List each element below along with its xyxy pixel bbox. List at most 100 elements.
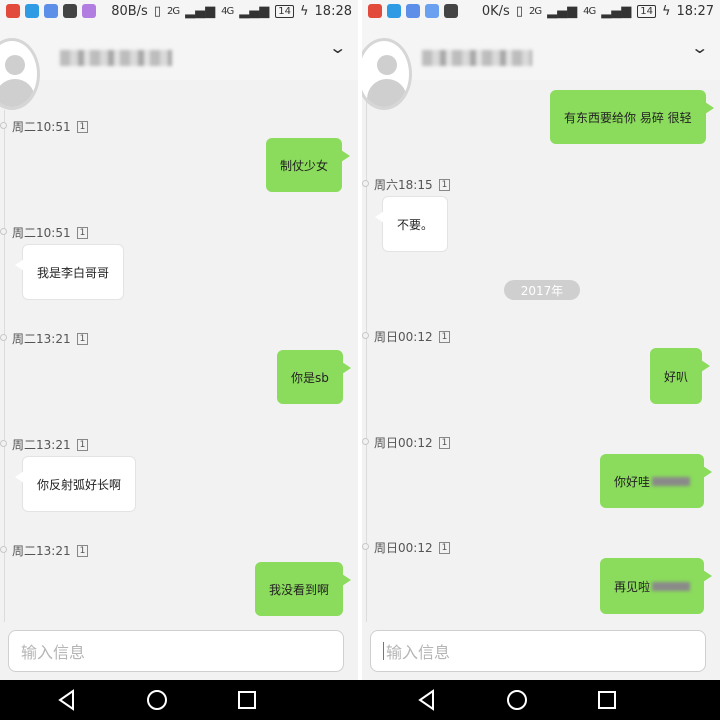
message-timestamp: 周二13:21 1 xyxy=(0,542,89,559)
wifi-app-icon xyxy=(44,4,58,18)
charging-icon: ϟ xyxy=(661,4,671,19)
input-area: 输入信息 xyxy=(362,622,720,680)
chat-header xyxy=(0,24,358,80)
input-placeholder: 输入信息 xyxy=(386,643,451,662)
message-text: 你反射弧好长啊 xyxy=(37,477,122,492)
sim-card-icon: 1 xyxy=(76,332,89,345)
message-text: 你好哇 xyxy=(614,474,651,489)
message-bubble-outgoing[interactable]: 制仗少女 xyxy=(266,138,351,192)
timestamp-text: 周六18:15 xyxy=(374,178,433,192)
home-icon[interactable] xyxy=(505,688,529,712)
timeline-dot xyxy=(362,543,369,550)
message-text: 制仗少女 xyxy=(280,158,329,173)
gallery-icon xyxy=(82,4,96,18)
message-bubble-outgoing[interactable]: 有东西要给你 易碎 很轻 xyxy=(550,90,714,144)
signal-bars-icon: ▂▄▆ xyxy=(239,4,270,19)
clock: 18:28 xyxy=(314,4,352,19)
timeline-dot xyxy=(0,546,7,553)
chevron-down-icon[interactable]: ⌄ xyxy=(690,38,709,57)
message-text: 我没看到啊 xyxy=(269,582,330,597)
timestamp-text: 周日00:12 xyxy=(374,436,433,450)
timestamp-text: 周二13:21 xyxy=(12,332,71,346)
year-divider: 2017年 xyxy=(504,280,580,300)
sim-card-icon: 1 xyxy=(76,226,89,239)
weibo-icon xyxy=(368,4,382,18)
message-input[interactable]: 输入信息 xyxy=(8,630,344,672)
timeline-dot xyxy=(362,332,369,339)
vibrate-icon: ▯ xyxy=(515,4,523,19)
message-bubble-outgoing[interactable]: 好叭 xyxy=(650,348,711,404)
timeline-dot xyxy=(0,228,7,235)
timeline-dot xyxy=(0,334,7,341)
qq-icon xyxy=(25,4,39,18)
message-timestamp: 周日00:12 1 xyxy=(362,434,451,451)
message-bubble-outgoing[interactable]: 再见啦 xyxy=(600,558,713,614)
signal-4g: 4G xyxy=(221,6,234,17)
signal-bars-icon: ▂▄▆ xyxy=(601,4,632,19)
weibo-icon xyxy=(6,4,20,18)
message-timestamp: 周二10:51 1 xyxy=(0,118,89,135)
timeline-dot xyxy=(0,122,7,129)
timestamp-text: 周日00:12 xyxy=(374,330,433,344)
timeline-dot xyxy=(0,440,7,447)
sim-card-icon: 1 xyxy=(76,544,89,557)
signal-4g: 4G xyxy=(583,6,596,17)
recents-icon[interactable] xyxy=(595,688,619,712)
qq-icon xyxy=(387,4,401,18)
message-bubble-outgoing[interactable]: 你是sb xyxy=(277,350,351,404)
message-text: 有东西要给你 易碎 很轻 xyxy=(564,110,692,125)
message-timestamp: 周二13:21 1 xyxy=(0,330,89,347)
wifi-app-icon xyxy=(406,4,420,18)
sim-card-icon: 1 xyxy=(438,541,451,554)
message-bubble-outgoing[interactable]: 我没看到啊 xyxy=(255,562,352,616)
message-text: 我是李白哥哥 xyxy=(37,265,110,280)
sim-card-icon: 1 xyxy=(76,120,89,133)
net-speed: 80B/s xyxy=(111,4,148,19)
avatar-app-icon xyxy=(444,4,458,18)
message-text: 你是sb xyxy=(291,370,329,385)
net-speed: 0K/s xyxy=(481,4,510,19)
timeline-line xyxy=(366,80,367,640)
timestamp-text: 周二13:21 xyxy=(12,544,71,558)
sim-card-icon: 1 xyxy=(438,436,451,449)
home-icon[interactable] xyxy=(145,688,169,712)
message-timestamp: 周六18:15 1 xyxy=(362,176,451,193)
message-bubble-incoming[interactable]: 不要。 xyxy=(374,196,449,252)
timestamp-text: 周二10:51 xyxy=(12,226,71,240)
back-icon[interactable] xyxy=(55,688,79,712)
chat-panel-left: 80B/s ▯ 2G ▂▄▆ 4G ▂▄▆ 14 ϟ 18:28 ⌄ 周二10:… xyxy=(0,0,358,680)
contact-name-blurred xyxy=(422,50,532,66)
chevron-down-icon[interactable]: ⌄ xyxy=(328,38,347,57)
chat-panel-right: 0K/s ▯ 2G ▂▄▆ 4G ▂▄▆ 14 ϟ 18:27 ⌄ 有东西要给你… xyxy=(362,0,720,680)
recents-icon[interactable] xyxy=(235,688,259,712)
input-area: 输入信息 xyxy=(0,622,358,680)
chat-header xyxy=(362,24,720,80)
battery-level: 14 xyxy=(275,5,294,18)
sim-card-icon: 1 xyxy=(76,438,89,451)
timeline-dot xyxy=(362,180,369,187)
sim-card-icon: 1 xyxy=(438,178,451,191)
vibrate-icon: ▯ xyxy=(153,4,161,19)
text-cursor xyxy=(383,642,384,660)
message-text: 好叭 xyxy=(664,369,689,384)
input-placeholder: 输入信息 xyxy=(21,643,86,662)
contact-name-blurred xyxy=(60,50,172,66)
message-timestamp: 周二10:51 1 xyxy=(0,224,89,241)
message-bubble-incoming[interactable]: 你反射弧好长啊 xyxy=(14,456,137,512)
status-bar: 80B/s ▯ 2G ▂▄▆ 4G ▂▄▆ 14 ϟ 18:28 xyxy=(0,0,358,24)
message-input[interactable]: 输入信息 xyxy=(370,630,706,672)
battery-level: 14 xyxy=(637,5,656,18)
message-bubble-outgoing[interactable]: 你好哇 xyxy=(600,454,713,508)
system-nav-bar xyxy=(0,680,720,720)
signal-2g: 2G xyxy=(528,6,542,17)
clock: 18:27 xyxy=(676,4,714,19)
back-icon[interactable] xyxy=(415,688,439,712)
avatar[interactable] xyxy=(362,38,412,110)
message-timestamp: 周二13:21 1 xyxy=(0,436,89,453)
message-bubble-incoming[interactable]: 我是李白哥哥 xyxy=(14,244,125,300)
browser-icon xyxy=(425,4,439,18)
blurred-name xyxy=(652,581,691,591)
charging-icon: ϟ xyxy=(299,4,309,19)
message-timestamp: 周日00:12 1 xyxy=(362,328,451,345)
timestamp-text: 周日00:12 xyxy=(374,541,433,555)
